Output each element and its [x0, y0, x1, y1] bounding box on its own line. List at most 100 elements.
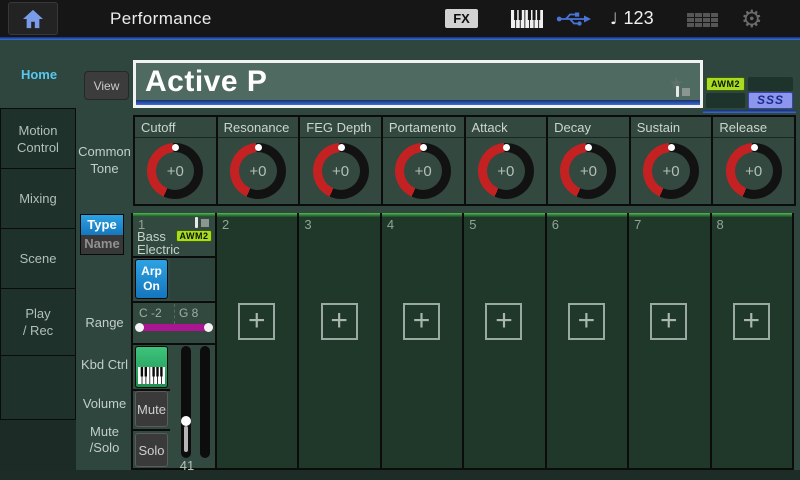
- sss-badge: SSS: [748, 92, 793, 109]
- add-part-button[interactable]: +: [733, 303, 770, 340]
- name-button[interactable]: Name: [81, 235, 123, 254]
- fx-indicator[interactable]: FX: [445, 9, 478, 28]
- tab-label: Control: [17, 139, 59, 156]
- volume-value: 41: [175, 458, 199, 473]
- knob-cell-feg-depth: FEG Depth +0: [298, 117, 381, 204]
- part-number: 6: [552, 217, 559, 232]
- type-button[interactable]: Type: [81, 215, 123, 235]
- knob-cell-attack: Attack +0: [464, 117, 547, 204]
- quick-setup-grid-icon[interactable]: [687, 13, 718, 27]
- add-part-button[interactable]: +: [238, 303, 275, 340]
- cutoff-knob[interactable]: +0: [147, 143, 203, 199]
- part-2-slot: 2 +: [215, 213, 297, 468]
- part-engine-badge-awm2: AWM2: [176, 230, 212, 242]
- part-5-slot: 5 +: [462, 213, 544, 468]
- knob-pointer: [751, 144, 758, 151]
- knob-pointer: [420, 144, 427, 151]
- knob-label: Release: [713, 117, 794, 138]
- attack-knob[interactable]: +0: [478, 143, 534, 199]
- part-number: 7: [634, 217, 641, 232]
- release-knob[interactable]: +0: [726, 143, 782, 199]
- add-part-button[interactable]: +: [485, 303, 522, 340]
- volume-handle[interactable]: [181, 416, 191, 426]
- solo-button[interactable]: Solo: [135, 433, 168, 467]
- knob-cell-sustain: Sustain +0: [629, 117, 712, 204]
- tab-label: / Rec: [23, 322, 53, 339]
- add-part-button[interactable]: +: [321, 303, 358, 340]
- range-handle-low[interactable]: [135, 323, 144, 332]
- knob-value: +0: [239, 152, 277, 190]
- part-3-slot: 3 +: [297, 213, 379, 468]
- knob-value: +0: [487, 152, 525, 190]
- knob-pointer: [172, 144, 179, 151]
- mute-button[interactable]: Mute: [135, 391, 168, 427]
- knob-pointer: [668, 144, 675, 151]
- bottom-strip: [0, 470, 800, 480]
- add-part-button[interactable]: +: [650, 303, 687, 340]
- decay-knob[interactable]: +0: [560, 143, 616, 199]
- sidebar-tab-scene[interactable]: Scene: [0, 228, 76, 289]
- range-low-note[interactable]: C -2: [139, 306, 162, 320]
- kbd-ctrl-button[interactable]: [135, 346, 168, 388]
- tab-label: Scene: [20, 250, 57, 267]
- utility-gear-icon[interactable]: ⚙: [741, 4, 763, 34]
- slot-indicator-icon: [195, 217, 211, 228]
- volume-slider[interactable]: [181, 346, 191, 458]
- volume-row-label: Volume: [76, 396, 133, 411]
- screen-title: Performance: [110, 0, 212, 37]
- view-button[interactable]: View: [84, 71, 129, 100]
- knob-label: Attack: [466, 117, 547, 138]
- range-divider: [174, 304, 175, 324]
- part-1-slot[interactable]: 1 Bass AWM2 Electric Arp On C -2 G 8: [133, 213, 215, 468]
- knob-label: Portamento: [383, 117, 464, 138]
- arp-row-background: [170, 258, 215, 300]
- knob-cell-portamento: Portamento +0: [381, 117, 464, 204]
- range-handle-high[interactable]: [204, 323, 213, 332]
- knob-value: +0: [322, 152, 360, 190]
- sidebar-tab-motion-control[interactable]: Motion Control: [0, 108, 76, 169]
- sidebar-tab-play-rec[interactable]: Play / Rec: [0, 288, 76, 356]
- arp-on-button[interactable]: Arp On: [135, 259, 168, 299]
- keyboard-icon[interactable]: [511, 10, 543, 28]
- portamento-knob[interactable]: +0: [395, 143, 451, 199]
- title-underline: [136, 100, 700, 105]
- type-name-selector: Type Name: [80, 214, 124, 255]
- add-part-button[interactable]: +: [403, 303, 440, 340]
- range-high-note[interactable]: G 8: [179, 306, 198, 320]
- quarter-note-icon: ♩: [610, 9, 618, 28]
- part-number: 2: [222, 217, 229, 232]
- level-meter: [200, 346, 210, 458]
- sustain-knob[interactable]: +0: [643, 143, 699, 199]
- knob-pointer: [503, 144, 510, 151]
- sidebar-tab-empty: [0, 355, 76, 420]
- knob-cell-cutoff: Cutoff +0: [135, 117, 216, 204]
- add-part-button[interactable]: +: [568, 303, 605, 340]
- knob-cell-decay: Decay +0: [546, 117, 629, 204]
- knob-label: Cutoff: [135, 117, 216, 138]
- badge-slot-empty: [748, 77, 793, 91]
- home-button[interactable]: [8, 2, 58, 35]
- performance-name-box[interactable]: Active P ★: [133, 60, 703, 108]
- feg-depth-knob[interactable]: +0: [313, 143, 369, 199]
- parts-strip: 1 Bass AWM2 Electric Arp On C -2 G 8: [131, 213, 794, 470]
- part-number: 3: [304, 217, 311, 232]
- badge-slot-empty: [706, 93, 745, 108]
- tempo-display[interactable]: ♩ 123: [610, 0, 654, 37]
- knob-label: Resonance: [218, 117, 299, 138]
- slot-indicator-icon: [676, 86, 692, 97]
- note-range-slider[interactable]: [137, 324, 211, 331]
- knob-pointer: [585, 144, 592, 151]
- knob-label: FEG Depth: [300, 117, 381, 138]
- performance-home-screen: Performance FX: [0, 0, 800, 480]
- common-tone-label: Common Tone: [76, 143, 133, 177]
- usb-icon[interactable]: [556, 11, 592, 27]
- sidebar-tab-mixing[interactable]: Mixing: [0, 168, 76, 229]
- resonance-knob[interactable]: +0: [230, 143, 286, 199]
- knob-value: +0: [404, 152, 442, 190]
- range-row-label: Range: [76, 315, 133, 330]
- top-status-bar: Performance FX: [0, 0, 800, 37]
- sidebar-tab-home[interactable]: Home: [0, 40, 78, 108]
- tab-label: Play: [25, 305, 50, 322]
- volume-fill: [184, 426, 188, 452]
- part-name-line2: Electric: [137, 242, 180, 257]
